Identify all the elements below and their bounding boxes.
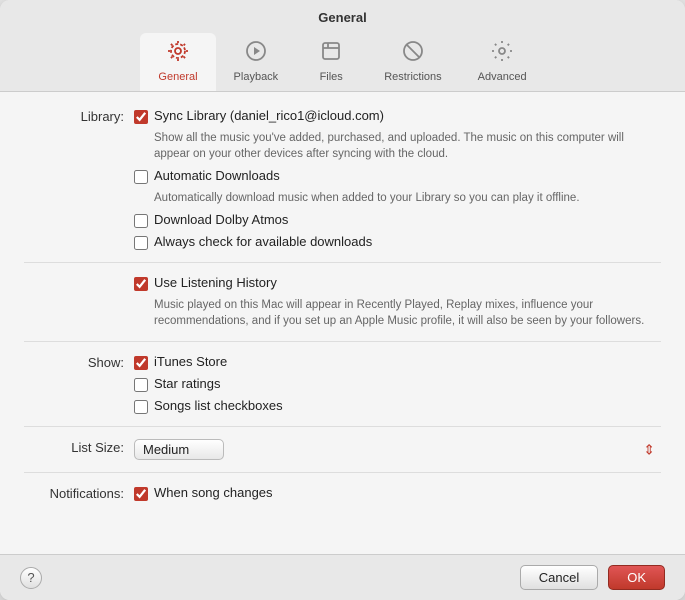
tab-bar: General Playback: [140, 33, 544, 91]
show-label: Show:: [24, 354, 134, 370]
show-row: Show: iTunes Store Star ratings Songs li…: [24, 354, 661, 414]
tab-advanced-label: Advanced: [478, 71, 527, 83]
listening-row: Use Listening History Music played on th…: [24, 275, 661, 329]
dolby-atmos-checkbox[interactable]: [134, 214, 148, 228]
tab-general-label: General: [158, 71, 197, 83]
list-size-select[interactable]: Small Medium Large: [134, 439, 224, 460]
itunes-store-checkbox[interactable]: [134, 356, 148, 370]
library-section: Library: Sync Library (daniel_rico1@iclo…: [24, 108, 661, 263]
auto-downloads-label: Automatic Downloads: [154, 168, 280, 183]
sync-library-row: Library: Sync Library (daniel_rico1@iclo…: [24, 108, 661, 250]
cancel-button[interactable]: Cancel: [520, 565, 598, 590]
tab-files[interactable]: Files: [296, 33, 366, 91]
playback-icon: [244, 39, 268, 69]
list-size-select-wrapper: Small Medium Large ⇕: [134, 439, 661, 460]
general-icon: [166, 39, 190, 69]
dolby-atmos-row: Download Dolby Atmos: [134, 212, 661, 228]
auto-downloads-row: Automatic Downloads: [134, 168, 661, 184]
tab-playback-label: Playback: [234, 71, 279, 83]
sync-library-description: Show all the music you've added, purchas…: [154, 130, 661, 162]
notifications-label: Notifications:: [24, 485, 134, 501]
help-button[interactable]: ?: [20, 567, 42, 589]
itunes-store-label: iTunes Store: [154, 354, 227, 369]
use-history-description: Music played on this Mac will appear in …: [154, 297, 661, 329]
advanced-icon: [490, 39, 514, 69]
list-size-control: Small Medium Large ⇕: [134, 439, 661, 460]
song-changes-row: When song changes: [134, 485, 661, 501]
tab-playback[interactable]: Playback: [216, 33, 297, 91]
auto-downloads-description: Automatically download music when added …: [154, 190, 661, 206]
tab-restrictions-label: Restrictions: [384, 71, 441, 83]
tab-restrictions[interactable]: Restrictions: [366, 33, 459, 91]
song-changes-checkbox[interactable]: [134, 487, 148, 501]
star-ratings-row: Star ratings: [134, 376, 661, 392]
check-downloads-checkbox[interactable]: [134, 236, 148, 250]
notifications-row: Notifications: When song changes: [24, 485, 661, 501]
titlebar: General General: [0, 0, 685, 92]
use-history-row: Use Listening History: [134, 275, 661, 291]
ok-button[interactable]: OK: [608, 565, 665, 590]
main-content: Library: Sync Library (daniel_rico1@iclo…: [0, 92, 685, 554]
sync-library-checkbox-row: Sync Library (daniel_rico1@icloud.com): [134, 108, 661, 124]
listening-label-spacer: [24, 275, 134, 276]
use-history-checkbox[interactable]: [134, 277, 148, 291]
star-ratings-checkbox[interactable]: [134, 378, 148, 392]
library-label: Library:: [24, 108, 134, 124]
songs-checkboxes-label: Songs list checkboxes: [154, 398, 283, 413]
song-changes-label: When song changes: [154, 485, 273, 500]
star-ratings-label: Star ratings: [154, 376, 220, 391]
check-downloads-row: Always check for available downloads: [134, 234, 661, 250]
restrictions-icon: [401, 39, 425, 69]
itunes-store-row: iTunes Store: [134, 354, 661, 370]
songs-checkboxes-checkbox[interactable]: [134, 400, 148, 414]
auto-downloads-checkbox[interactable]: [134, 170, 148, 184]
use-history-label: Use Listening History: [154, 275, 277, 290]
sync-library-label: Sync Library (daniel_rico1@icloud.com): [154, 108, 384, 123]
files-icon: [319, 39, 343, 69]
tab-advanced[interactable]: Advanced: [460, 33, 545, 91]
footer-buttons: Cancel OK: [520, 565, 665, 590]
tab-files-label: Files: [320, 71, 343, 83]
sync-library-checkbox[interactable]: [134, 110, 148, 124]
tab-general[interactable]: General: [140, 33, 215, 91]
notifications-section: Notifications: When song changes: [24, 485, 661, 513]
footer: ? Cancel OK: [0, 554, 685, 600]
library-controls: Sync Library (daniel_rico1@icloud.com) S…: [134, 108, 661, 250]
show-section: Show: iTunes Store Star ratings Songs li…: [24, 354, 661, 427]
listening-controls: Use Listening History Music played on th…: [134, 275, 661, 329]
dolby-atmos-label: Download Dolby Atmos: [154, 212, 288, 227]
list-size-row: List Size: Small Medium Large ⇕: [24, 439, 661, 460]
notifications-controls: When song changes: [134, 485, 661, 501]
check-downloads-label: Always check for available downloads: [154, 234, 372, 249]
list-size-label: List Size:: [24, 439, 134, 455]
list-size-section: List Size: Small Medium Large ⇕: [24, 439, 661, 473]
preferences-window: General General: [0, 0, 685, 600]
show-controls: iTunes Store Star ratings Songs list che…: [134, 354, 661, 414]
select-arrow-icon: ⇕: [643, 441, 655, 458]
listening-section: Use Listening History Music played on th…: [24, 275, 661, 342]
window-title: General: [318, 10, 366, 25]
songs-checkboxes-row: Songs list checkboxes: [134, 398, 661, 414]
